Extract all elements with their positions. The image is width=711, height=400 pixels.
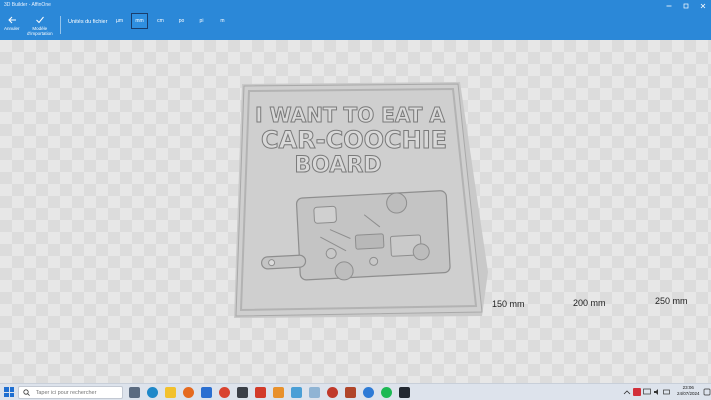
ruler-label-200: 200 mm: [573, 298, 606, 308]
board-text-line3: BOARD: [294, 153, 381, 178]
notification-icon[interactable]: [703, 388, 711, 396]
volume-icon[interactable]: [653, 388, 661, 396]
model-board[interactable]: I WANT TO EAT A CAR-COOCHIE BOARD: [0, 40, 711, 383]
taskbar: 23:06 24/07/2024: [0, 383, 711, 400]
battery-icon[interactable]: [663, 388, 671, 396]
unit-pi-button[interactable]: pi: [193, 13, 210, 29]
board-text-line1: I WANT TO EAT A: [255, 103, 445, 127]
maximize-button[interactable]: [677, 0, 694, 12]
spotify-icon[interactable]: [381, 387, 392, 398]
back-label: Annuler: [4, 26, 20, 31]
firefox-icon[interactable]: [183, 387, 194, 398]
back-arrow-icon: [6, 14, 18, 26]
window-title: 3D Builder - AffinOne: [4, 2, 51, 8]
board-text-line2: CAR-COOCHIE: [261, 126, 447, 154]
toolbar: Annuler Modèle d'importation Unités du f…: [0, 12, 711, 40]
unit-um-button[interactable]: µm: [111, 13, 128, 29]
clock-date: 24/07/2024: [677, 391, 700, 396]
mail-icon[interactable]: [201, 387, 212, 398]
close-button[interactable]: [694, 0, 711, 12]
ruler-label-150: 150 mm: [492, 299, 525, 309]
system-tray: 23:06 24/07/2024: [611, 384, 711, 400]
chevron-up-icon[interactable]: [623, 388, 631, 396]
back-button[interactable]: Annuler: [4, 14, 20, 31]
unit-po-button[interactable]: po: [173, 13, 190, 29]
units-label: Unités du fichier: [68, 19, 108, 25]
taskbar-app-icon[interactable]: [399, 387, 410, 398]
title-bar: 3D Builder - AffinOne: [0, 0, 711, 12]
app-game-icon[interactable]: [345, 387, 356, 398]
chrome-icon[interactable]: [219, 387, 230, 398]
import-model-button[interactable]: Modèle d'importation: [27, 14, 53, 36]
minimize-button[interactable]: [660, 0, 677, 12]
edge-icon[interactable]: [147, 387, 158, 398]
paint-icon[interactable]: [291, 387, 302, 398]
taskbar-search[interactable]: [18, 386, 123, 399]
3d-builder-icon[interactable]: [309, 387, 320, 398]
checkmark-icon: [34, 14, 46, 26]
task-view-icon[interactable]: [129, 387, 140, 398]
maximize-icon: [683, 3, 688, 9]
app-header: 3D Builder - AffinOne Annuler Modèle d'i…: [0, 0, 711, 40]
calculator-icon[interactable]: [237, 387, 248, 398]
clock[interactable]: 23:06 24/07/2024: [677, 385, 700, 397]
search-icon: [23, 388, 33, 398]
app-blue-icon[interactable]: [363, 387, 374, 398]
toolbar-divider: [60, 16, 61, 34]
app-orange-icon[interactable]: [273, 387, 284, 398]
start-button[interactable]: [4, 387, 14, 397]
3d-viewport[interactable]: I WANT TO EAT A CAR-COOCHIE BOARD 150 mm…: [0, 40, 711, 383]
settings-icon[interactable]: [327, 387, 338, 398]
close-icon: [700, 3, 705, 9]
photos-icon[interactable]: [255, 387, 266, 398]
window-controls: [660, 0, 711, 12]
import-label-line2: d'importation: [27, 31, 53, 36]
tray-app-icon[interactable]: [633, 388, 641, 396]
ruler-label-250: 250 mm: [655, 296, 688, 306]
minimize-icon: [666, 5, 671, 7]
search-input[interactable]: [35, 389, 122, 396]
network-icon[interactable]: [643, 388, 651, 396]
unit-mm-button[interactable]: mm: [131, 13, 148, 29]
file-explorer-icon[interactable]: [165, 387, 176, 398]
unit-m-button[interactable]: m: [214, 13, 231, 29]
unit-cm-button[interactable]: cm: [152, 13, 169, 29]
